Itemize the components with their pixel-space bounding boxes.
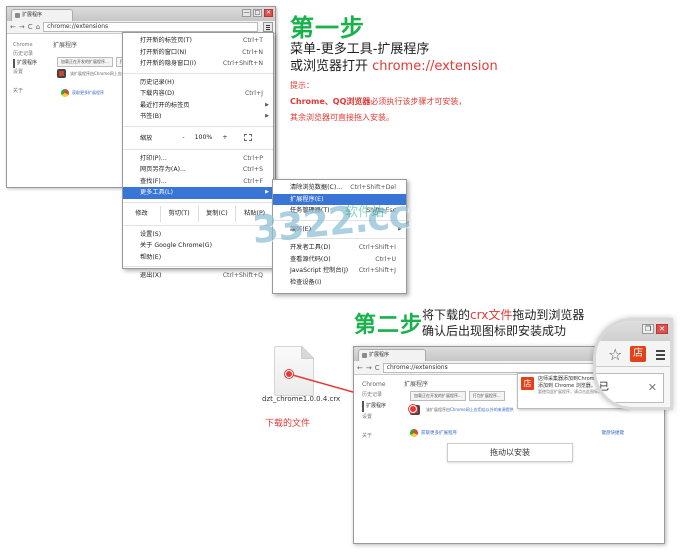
get-more-link[interactable]: 获取更多扩展程序 [410,429,457,437]
extensions-sidebar: Chrome 历史记录 扩展程序 设置 关于 [362,379,386,442]
forward-icon[interactable]: → [366,364,372,372]
magnified-popup: 已 ✕ [596,373,664,403]
restore-button[interactable]: ❐ [642,324,654,334]
close-window-button[interactable]: ✕ [656,324,668,334]
drop-to-install-zone[interactable]: 拖动以安装 [447,443,573,462]
get-more-label: 获取更多扩展程序 [421,431,457,436]
bookmark-star-icon[interactable]: ☆ [608,345,622,364]
chrome-menu-icon[interactable] [654,348,666,360]
reload-icon[interactable]: C [375,364,380,372]
webstore-link[interactable]: Chrome网上应用店以外的来源提供 [450,407,514,412]
keyboard-shortcuts-link[interactable]: 键盘快捷键 [602,430,625,436]
tab-title: 扩展程序 [369,352,390,358]
page-title: 扩展程序 [404,381,429,388]
extension-item-text: 该扩展程序由Chrome网上应用店以外的来源提供 [426,407,514,413]
sidebar-item-history[interactable]: 历史记录 [362,390,386,401]
drag-end-dot [409,405,417,413]
chrome-webstore-icon [410,429,418,437]
extension-item: 该扩展程序由Chrome网上应用店以外的来源提供 [410,405,514,415]
magnified-titlebar: ❐ ✕ [596,321,670,341]
load-unpacked-button[interactable]: 加载正在开发的扩展程序... [410,391,466,401]
sidebar-item-settings[interactable]: 设置 [362,412,386,423]
store-app-icon: 店 [521,377,534,390]
sidebar-item-about[interactable]: 关于 [362,431,386,442]
installed-extension-icon[interactable]: 店 [630,346,646,362]
close-icon[interactable]: ✕ [648,374,657,402]
zoom-magnifier: ❐ ✕ ☆ 店 已 ✕ [593,318,673,410]
browser-tab[interactable]: 扩展程序 [358,349,426,361]
extension-item-prefix: 该扩展程序由 [426,407,450,412]
extension-actions: 加载正在开发的扩展程序... 打包扩展程序... [410,391,505,401]
back-icon[interactable]: ← [357,364,363,372]
drag-start-dot [285,370,293,378]
window-controls: ❐ ✕ [642,324,668,334]
magnified-popup-text: 已 [599,382,609,393]
sidebar-item-extensions[interactable]: 扩展程序 [362,401,386,412]
sidebar-title: Chrome [362,381,386,388]
pack-extension-button[interactable]: 打包扩展程序... [468,391,505,401]
